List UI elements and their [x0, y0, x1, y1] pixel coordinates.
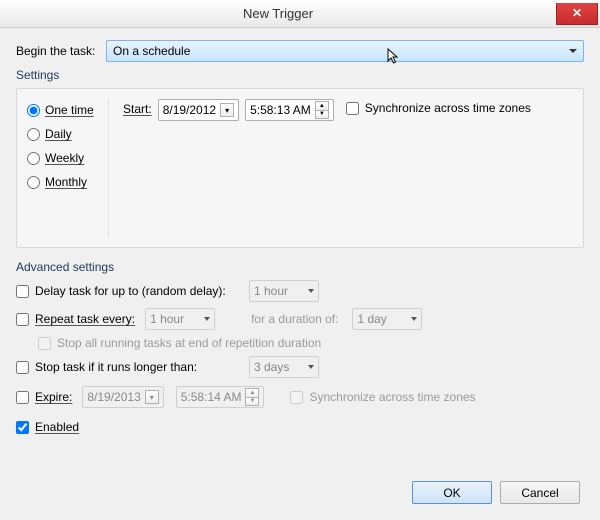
frequency-weekly[interactable]: Weekly — [27, 151, 104, 165]
radio-label-daily: Daily — [45, 127, 72, 141]
expire-time-input[interactable]: 5:58:14 AM ▲▼ — [176, 386, 265, 408]
chevron-down-icon — [411, 317, 417, 321]
time-spinner[interactable]: ▲▼ — [245, 388, 259, 406]
enabled-checkbox[interactable] — [16, 421, 29, 434]
stop-repeat-label: Stop all running tasks at end of repetit… — [57, 336, 321, 350]
repeat-duration-dropdown[interactable]: 1 day — [352, 308, 422, 330]
window-title: New Trigger — [0, 6, 556, 21]
close-icon: ✕ — [572, 6, 582, 20]
calendar-icon[interactable]: ▾ — [145, 390, 159, 404]
expire-checkbox[interactable] — [16, 391, 29, 404]
titlebar: New Trigger ✕ — [0, 0, 600, 28]
repeat-checkbox[interactable] — [16, 313, 29, 326]
start-date-input[interactable]: 8/19/2012 ▾ — [158, 99, 239, 121]
delay-checkbox[interactable] — [16, 285, 29, 298]
ok-button-label: OK — [443, 486, 460, 500]
expire-sync-label: Synchronize across time zones — [309, 390, 475, 404]
expire-date-input[interactable]: 8/19/2013 ▾ — [82, 386, 163, 408]
ok-button[interactable]: OK — [412, 481, 492, 504]
repeat-interval-value: 1 hour — [150, 312, 184, 326]
begin-task-dropdown[interactable]: On a schedule — [106, 40, 584, 62]
dialog-footer: OK Cancel — [412, 481, 580, 504]
radio-label-monthly: Monthly — [45, 175, 87, 189]
repeat-interval-dropdown[interactable]: 1 hour — [145, 308, 215, 330]
chevron-down-icon — [308, 289, 314, 293]
frequency-one-time[interactable]: One time — [27, 103, 104, 117]
start-time-input[interactable]: 5:58:13 AM ▲▼ — [245, 99, 334, 121]
repeat-label: Repeat task every: — [35, 312, 135, 326]
radio-weekly[interactable] — [27, 152, 40, 165]
chevron-down-icon — [308, 365, 314, 369]
advanced-settings-label: Advanced settings — [16, 260, 584, 274]
frequency-daily[interactable]: Daily — [27, 127, 104, 141]
radio-monthly[interactable] — [27, 176, 40, 189]
expire-sync-checkbox — [290, 391, 303, 404]
stop-repeat-checkbox — [38, 337, 51, 350]
radio-daily[interactable] — [27, 128, 40, 141]
time-spinner[interactable]: ▲▼ — [315, 101, 329, 119]
frequency-group: One time Daily Weekly Monthly — [27, 99, 109, 237]
delay-label: Delay task for up to (random delay): — [35, 284, 243, 298]
frequency-monthly[interactable]: Monthly — [27, 175, 104, 189]
chevron-down-icon — [569, 49, 577, 53]
start-time-value: 5:58:13 AM — [250, 103, 311, 117]
settings-panel: One time Daily Weekly Monthly Start: 8/1… — [16, 88, 584, 248]
delay-value: 1 hour — [254, 284, 288, 298]
cancel-button[interactable]: Cancel — [500, 481, 580, 504]
radio-one-time[interactable] — [27, 104, 40, 117]
chevron-down-icon — [204, 317, 210, 321]
expire-label: Expire: — [35, 390, 72, 404]
settings-label: Settings — [16, 68, 584, 82]
cancel-button-label: Cancel — [521, 486, 558, 500]
stop-long-dropdown[interactable]: 3 days — [249, 356, 319, 378]
repeat-duration-value: 1 day — [357, 312, 386, 326]
expire-time-value: 5:58:14 AM — [181, 390, 242, 404]
stop-long-value: 3 days — [254, 360, 289, 374]
sync-timezones-row[interactable]: Synchronize across time zones — [346, 101, 531, 115]
enabled-label: Enabled — [35, 420, 79, 434]
radio-label-one-time: One time — [45, 103, 94, 117]
close-button[interactable]: ✕ — [556, 3, 598, 25]
start-label: Start: — [123, 99, 152, 116]
expire-date-value: 8/19/2013 — [87, 390, 140, 404]
delay-dropdown[interactable]: 1 hour — [249, 280, 319, 302]
stop-long-checkbox[interactable] — [16, 361, 29, 374]
sync-timezones-checkbox[interactable] — [346, 102, 359, 115]
sync-timezones-label: Synchronize across time zones — [365, 101, 531, 115]
begin-task-value: On a schedule — [113, 44, 190, 58]
calendar-icon[interactable]: ▾ — [220, 103, 234, 117]
repeat-duration-label: for a duration of: — [251, 312, 338, 326]
stop-long-label: Stop task if it runs longer than: — [35, 360, 243, 374]
radio-label-weekly: Weekly — [45, 151, 84, 165]
start-date-value: 8/19/2012 — [163, 103, 216, 117]
begin-task-label: Begin the task: — [16, 44, 106, 58]
